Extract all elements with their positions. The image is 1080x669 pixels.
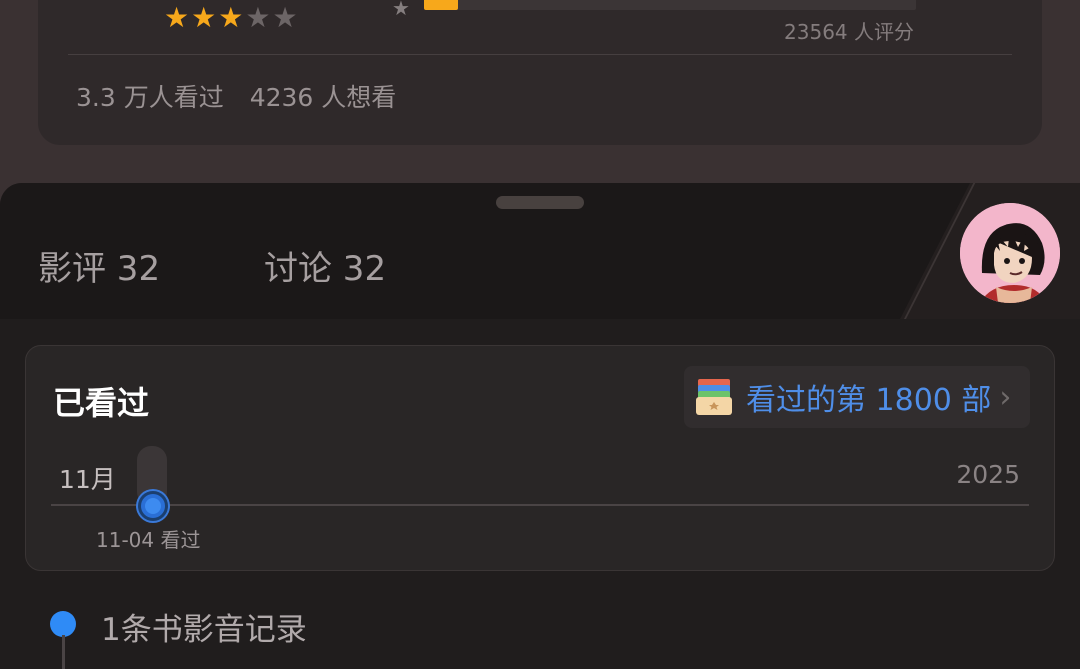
rating-stars: ★ ★ ★ ★ ★ xyxy=(164,4,298,32)
distribution-star-icon: ★ xyxy=(392,0,410,20)
chevron-right-icon: › xyxy=(999,379,1012,415)
record-dot xyxy=(50,611,76,637)
watched-count: 3.3 万人看过 xyxy=(76,83,224,112)
watched-count-badge[interactable]: 看过的第 1800 部 › xyxy=(684,366,1030,428)
rating-distribution-fill xyxy=(424,0,459,10)
audience-stats: 3.3 万人看过 4236 人想看 xyxy=(76,78,396,114)
bottom-sheet: 影评 32 讨论 32 已看过 看过的第 1800 部 › 11月 2025 1… xyxy=(0,183,1080,669)
tab-discussions[interactable]: 讨论 32 xyxy=(264,241,386,290)
timeline-month: 11月 xyxy=(59,465,116,494)
timeline-date-label: 11-04 看过 xyxy=(96,528,201,552)
avatar[interactable] xyxy=(960,203,1060,303)
rating-distribution-bar xyxy=(424,0,916,10)
avatar-image xyxy=(960,203,1060,303)
timeline-marker[interactable] xyxy=(138,491,168,521)
star-icon: ★ xyxy=(245,1,271,34)
timeline-axis xyxy=(51,504,1029,506)
star-icon: ★ xyxy=(164,1,190,34)
watched-card: 已看过 看过的第 1800 部 › 11月 2025 11-04 看过 xyxy=(25,345,1055,571)
watched-count-text: 看过的第 1800 部 xyxy=(746,383,992,418)
record-entry[interactable]: 1条书影音记录 xyxy=(101,604,307,649)
rating-count: 23564 人评分 xyxy=(784,20,914,44)
tab-reviews[interactable]: 影评 32 xyxy=(38,241,160,290)
sheet-drag-handle[interactable] xyxy=(496,196,584,209)
timeline-year: 2025 xyxy=(956,460,1020,489)
rating-summary-card: ★ ★ ★ ★ ★ ★ 23564 人评分 3.3 万人看过 4236 人想看 xyxy=(38,0,1042,145)
archive-box-icon xyxy=(694,377,734,417)
record-line xyxy=(62,635,65,669)
want-count: 4236 人想看 xyxy=(249,83,397,112)
star-icon: ★ xyxy=(191,1,217,34)
star-icon: ★ xyxy=(272,1,298,34)
divider xyxy=(68,54,1012,55)
watched-title: 已看过 xyxy=(53,384,150,422)
tabs-bar: 影评 32 讨论 32 xyxy=(0,183,1080,319)
star-icon: ★ xyxy=(218,1,244,34)
